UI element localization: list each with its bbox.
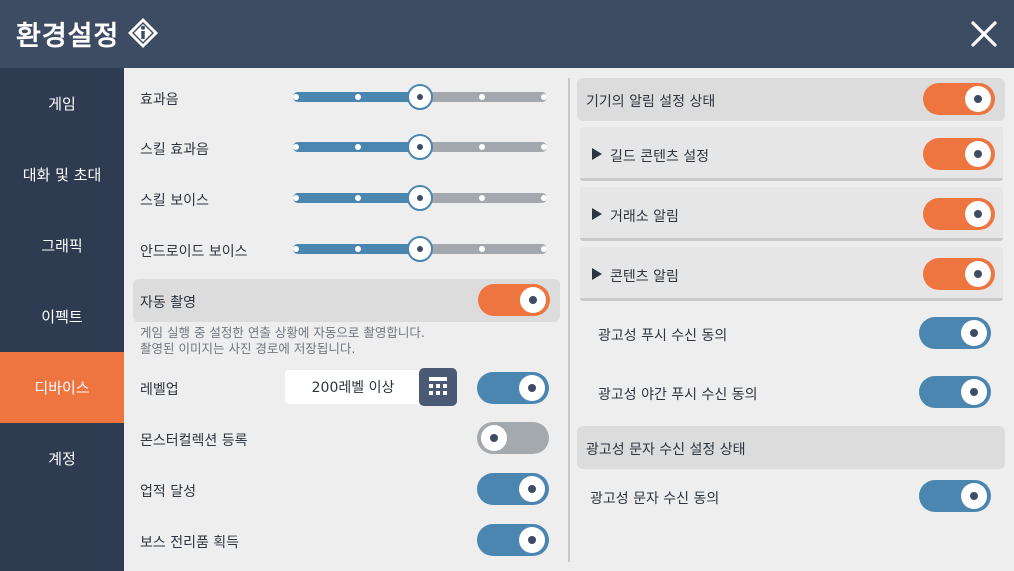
ad-night-push-toggle[interactable] [919,376,991,408]
page-title: 환경설정 [16,21,120,52]
slider-step-dot [293,144,299,150]
auto-capture-label: 자동 촬영 [140,295,196,311]
market-alert-toggle[interactable] [923,198,995,230]
sidebar-item-label: 그래픽 [41,237,83,255]
boss-loot-toggle[interactable] [477,524,549,556]
sidebar-item-account[interactable]: 계정 [0,423,124,494]
sidebar-item-label: 디바이스 [34,379,90,397]
toggle-knob [520,287,546,313]
sidebar-item-device[interactable]: 디바이스 [0,352,124,423]
slider-step-dot [355,144,361,150]
levelup-threshold-field[interactable]: 200레벨 이상 [285,370,421,404]
slider-knob[interactable] [407,185,433,211]
achievement-toggle[interactable] [477,473,549,505]
sidebar-item-label: 계정 [48,450,76,468]
slider-step-dot [293,94,299,100]
slider-step-dot [541,94,547,100]
toggle-knob [965,141,991,167]
calculator-button[interactable] [419,368,457,406]
slider-label-sfx: 효과음 [140,92,179,108]
sidebar-item-label: 대화 및 초대 [22,166,102,184]
toggle-knob [481,425,507,451]
levelup-label: 레벨업 [140,382,179,398]
slider-step-dot [355,195,361,201]
ad-night-push-label: 광고성 야간 푸시 수신 동의 [598,387,758,403]
slider-step-dot [479,144,485,150]
description-line: 촬영된 이미지는 사진 경로에 저장됩니다. [140,341,356,356]
column-divider [568,78,570,562]
guild-content-toggle[interactable] [923,138,995,170]
toggle-knob [961,320,987,346]
guild-content-label: 길드 콘텐츠 설정 [610,149,710,165]
content-alert-label: 콘텐츠 알림 [610,269,679,285]
sidebar-item-graphics[interactable]: 그래픽 [0,210,124,281]
sidebar-item-effects[interactable]: 이펙트 [0,281,124,352]
slider-step-dot [479,246,485,252]
play-icon [592,148,602,160]
toggle-knob [965,201,991,227]
slider-knob[interactable] [407,84,433,110]
slider-step-dot [541,195,547,201]
toggle-knob [519,527,545,553]
android-voice-volume-slider[interactable] [293,236,547,262]
play-icon [592,268,602,280]
auto-capture-description: 게임 실행 중 설정한 연출 상황에 자동으로 촬영합니다. 촬영된 이미지는 … [140,325,425,357]
header-bar: 환경설정 [0,0,1014,68]
slider-step-dot [541,144,547,150]
monster-collection-label: 몬스터컬렉션 등록 [140,433,248,449]
monster-collection-toggle[interactable] [477,422,549,454]
device-alert-label: 기기의 알림 설정 상태 [586,94,716,110]
toggle-knob [961,379,987,405]
slider-step-dot [293,246,299,252]
slider-step-dot [293,195,299,201]
slider-step-dot [541,246,547,252]
slider-label-android-voice: 안드로이드 보이스 [140,244,248,260]
ad-push-toggle[interactable] [919,317,991,349]
sfx-volume-slider[interactable] [293,84,547,110]
sidebar-item-label: 이펙트 [41,308,83,326]
info-icon[interactable] [126,16,160,50]
sidebar-item-chat-invite[interactable]: 대화 및 초대 [0,139,124,210]
auto-capture-toggle[interactable] [478,284,550,316]
sms-agree-toggle[interactable] [919,480,991,512]
slider-step-dot [479,195,485,201]
skill-sfx-volume-slider[interactable] [293,134,547,160]
toggle-knob [519,375,545,401]
achievement-label: 업적 달성 [140,484,196,500]
toggle-knob [519,476,545,502]
slider-label-skill-voice: 스킬 보이스 [140,193,209,209]
close-icon[interactable] [966,16,1002,52]
calculator-icon [429,377,447,395]
play-icon [592,208,602,220]
slider-step-dot [355,94,361,100]
sidebar-item-game[interactable]: 게임 [0,68,124,139]
description-line: 게임 실행 중 설정한 연출 상황에 자동으로 촬영합니다. [140,325,425,340]
slider-label-skill-sfx: 스킬 효과음 [140,142,209,158]
slider-step-dot [355,246,361,252]
sms-agree-label: 광고성 문자 수신 동의 [590,491,720,507]
device-alert-toggle[interactable] [923,83,995,115]
toggle-knob [965,86,991,112]
skill-voice-volume-slider[interactable] [293,185,547,211]
sidebar: 게임 대화 및 초대 그래픽 이펙트 디바이스 계정 [0,68,124,571]
levelup-toggle[interactable] [477,372,549,404]
slider-knob[interactable] [407,134,433,160]
ad-push-label: 광고성 푸시 수신 동의 [598,328,728,344]
sms-status-label: 광고성 문자 수신 설정 상태 [586,442,746,458]
content-alert-toggle[interactable] [923,258,995,290]
toggle-knob [961,483,987,509]
sidebar-item-label: 게임 [48,95,76,113]
market-alert-label: 거래소 알림 [610,209,679,225]
boss-loot-label: 보스 전리품 획득 [140,535,240,551]
slider-step-dot [479,94,485,100]
slider-knob[interactable] [407,236,433,262]
toggle-knob [965,261,991,287]
